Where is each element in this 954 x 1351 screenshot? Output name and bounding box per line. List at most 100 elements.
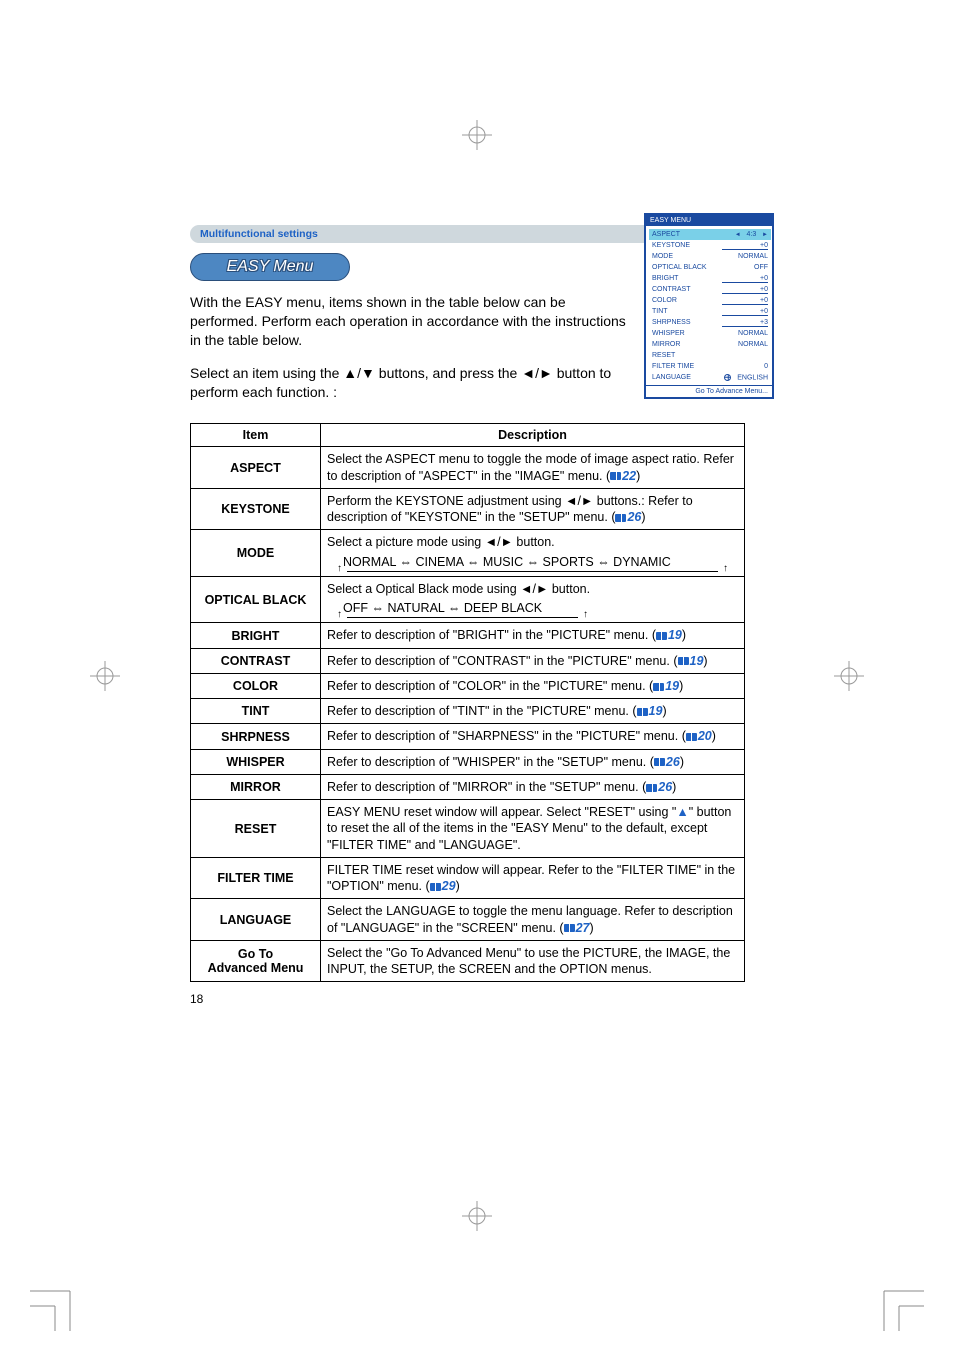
easy-menu-title-text: EASY Menu xyxy=(227,258,314,276)
table-row: OPTICAL BLACKSelect a Optical Black mode… xyxy=(191,576,745,623)
osd-row: MODE NORMAL xyxy=(652,251,768,262)
osd-row-label: FILTER TIME xyxy=(652,363,694,370)
table-row: WHISPERRefer to description of "WHISPER"… xyxy=(191,749,745,774)
osd-row-value: OFF xyxy=(722,264,768,271)
osd-row-label: SHRPNESS xyxy=(652,319,691,326)
page-reference: 22 xyxy=(610,469,636,483)
table-row: BRIGHTRefer to description of "BRIGHT" i… xyxy=(191,623,745,648)
table-row-item: ASPECT xyxy=(191,447,321,489)
osd-row: ASPECT ◄ 4:3 ► xyxy=(649,229,771,240)
table-row: FILTER TIMEFILTER TIME reset window will… xyxy=(191,857,745,899)
table-row-description: Select the LANGUAGE to toggle the menu l… xyxy=(321,899,745,941)
osd-menu-screenshot: EASY MENU ASPECT ◄ 4:3 ► KEYSTONE+0 MODE NOR… xyxy=(644,213,774,399)
table-row-description: Select the "Go To Advanced Menu" to use … xyxy=(321,940,745,982)
osd-row-label: ASPECT xyxy=(652,231,680,238)
osd-row: BRIGHT+0 xyxy=(652,273,768,284)
page-reference: 19 xyxy=(653,679,679,693)
table-row-item: RESET xyxy=(191,800,321,858)
osd-row-label: OPTICAL BLACK xyxy=(652,264,707,271)
table-header-item: Item xyxy=(191,424,321,447)
table-row-item: MODE xyxy=(191,530,321,577)
table-row-description: Refer to description of "CONTRAST" in th… xyxy=(321,648,745,673)
table-row-item: MIRROR xyxy=(191,774,321,799)
page-reference: 19 xyxy=(637,704,663,718)
osd-row: CONTRAST+0 xyxy=(652,284,768,295)
page-reference: 29 xyxy=(430,879,456,893)
osd-row-label: TINT xyxy=(652,308,668,315)
table-row-description: Refer to description of "MIRROR" in the … xyxy=(321,774,745,799)
book-icon xyxy=(637,708,648,716)
book-icon xyxy=(610,472,621,480)
table-row: MODESelect a picture mode using ◄/► butt… xyxy=(191,530,745,577)
osd-row: RESET xyxy=(652,350,768,361)
mode-cycle: NORMAL ⇔ CINEMA ⇔ MUSIC ⇔ SPORTS ⇔ DYNAM… xyxy=(327,554,738,572)
osd-row-value: +3 xyxy=(722,319,768,326)
book-icon xyxy=(430,883,441,891)
table-row: TINTRefer to description of "TINT" in th… xyxy=(191,699,745,724)
book-icon xyxy=(653,683,664,691)
osd-row-value: +0 xyxy=(722,286,768,293)
osd-row-value: +0 xyxy=(722,308,768,315)
osd-title: EASY MENU xyxy=(646,215,772,226)
osd-row-label: RESET xyxy=(652,352,675,359)
table-row: COLORRefer to description of "COLOR" in … xyxy=(191,673,745,698)
page-reference: 20 xyxy=(686,729,712,743)
table-row: LANGUAGESelect the LANGUAGE to toggle th… xyxy=(191,899,745,941)
osd-row: TINT +0 xyxy=(652,306,768,317)
osd-row: FILTER TIME 0 xyxy=(652,361,768,372)
osd-row-value: NORMAL xyxy=(722,330,768,337)
table-row-item: KEYSTONE xyxy=(191,488,321,530)
osd-row-label: MODE xyxy=(652,253,673,260)
table-row: CONTRASTRefer to description of "CONTRAS… xyxy=(191,648,745,673)
table-row-description: Select a picture mode using ◄/► button.N… xyxy=(321,530,745,577)
table-row-item: WHISPER xyxy=(191,749,321,774)
book-icon xyxy=(654,758,665,766)
intro-p2: Select an item using the ▲/▼ buttons, an… xyxy=(190,364,634,402)
osd-row-value: +0 xyxy=(722,242,768,249)
table-row-description: Refer to description of "WHISPER" in the… xyxy=(321,749,745,774)
osd-row: SHRPNESS +3 xyxy=(652,317,768,328)
page-reference: 26 xyxy=(646,780,672,794)
crop-mark-bottom-left xyxy=(30,1271,90,1331)
osd-row-value: ◄ 4:3 ► xyxy=(722,231,768,238)
table-row: MIRRORRefer to description of "MIRROR" i… xyxy=(191,774,745,799)
table-row-item: COLOR xyxy=(191,673,321,698)
crop-mark-bottom-right xyxy=(864,1271,924,1331)
table-row-item: SHRPNESS xyxy=(191,724,321,749)
table-row-description: Select the ASPECT menu to toggle the mod… xyxy=(321,447,745,489)
registration-mark-bottom xyxy=(462,1201,492,1231)
osd-row-value: ENGLISH xyxy=(722,374,768,381)
book-icon xyxy=(656,632,667,640)
book-icon xyxy=(615,514,626,522)
osd-row-value: NORMAL xyxy=(722,253,768,260)
osd-row-label: MIRROR xyxy=(652,341,680,348)
table-row-description: FILTER TIME reset window will appear. Re… xyxy=(321,857,745,899)
osd-row-label: LANGUAGE xyxy=(652,374,691,381)
osd-row-value: 0 xyxy=(722,363,768,370)
osd-row: LANGUAGE ENGLISH xyxy=(652,372,768,383)
table-row-item: FILTER TIME xyxy=(191,857,321,899)
page-number: 18 xyxy=(190,992,774,1006)
table-row-item: BRIGHT xyxy=(191,623,321,648)
table-row-item: Go ToAdvanced Menu xyxy=(191,940,321,982)
book-icon xyxy=(678,657,689,665)
table-row: KEYSTONEPerform the KEYSTONE adjustment … xyxy=(191,488,745,530)
osd-row: OPTICAL BLACK OFF xyxy=(652,262,768,273)
book-icon xyxy=(646,784,657,792)
osd-row-label: COLOR xyxy=(652,297,677,304)
osd-row-value: +0 xyxy=(722,297,768,304)
page-reference: 27 xyxy=(564,921,590,935)
osd-row-value: +0 xyxy=(722,275,768,282)
description-table: Item Description ASPECTSelect the ASPECT… xyxy=(190,423,745,982)
table-row-description: Refer to description of "SHARPNESS" in t… xyxy=(321,724,745,749)
table-row-description: Refer to description of "COLOR" in the "… xyxy=(321,673,745,698)
osd-row: MIRRORNORMAL xyxy=(652,339,768,350)
easy-menu-title: EASY Menu xyxy=(190,253,350,281)
osd-row: KEYSTONE+0 xyxy=(652,240,768,251)
page-reference: 19 xyxy=(678,654,704,668)
osd-row: WHISPERNORMAL xyxy=(652,328,768,339)
table-row-item: CONTRAST xyxy=(191,648,321,673)
table-row-item: LANGUAGE xyxy=(191,899,321,941)
table-header-desc: Description xyxy=(321,424,745,447)
table-row: SHRPNESSRefer to description of "SHARPNE… xyxy=(191,724,745,749)
